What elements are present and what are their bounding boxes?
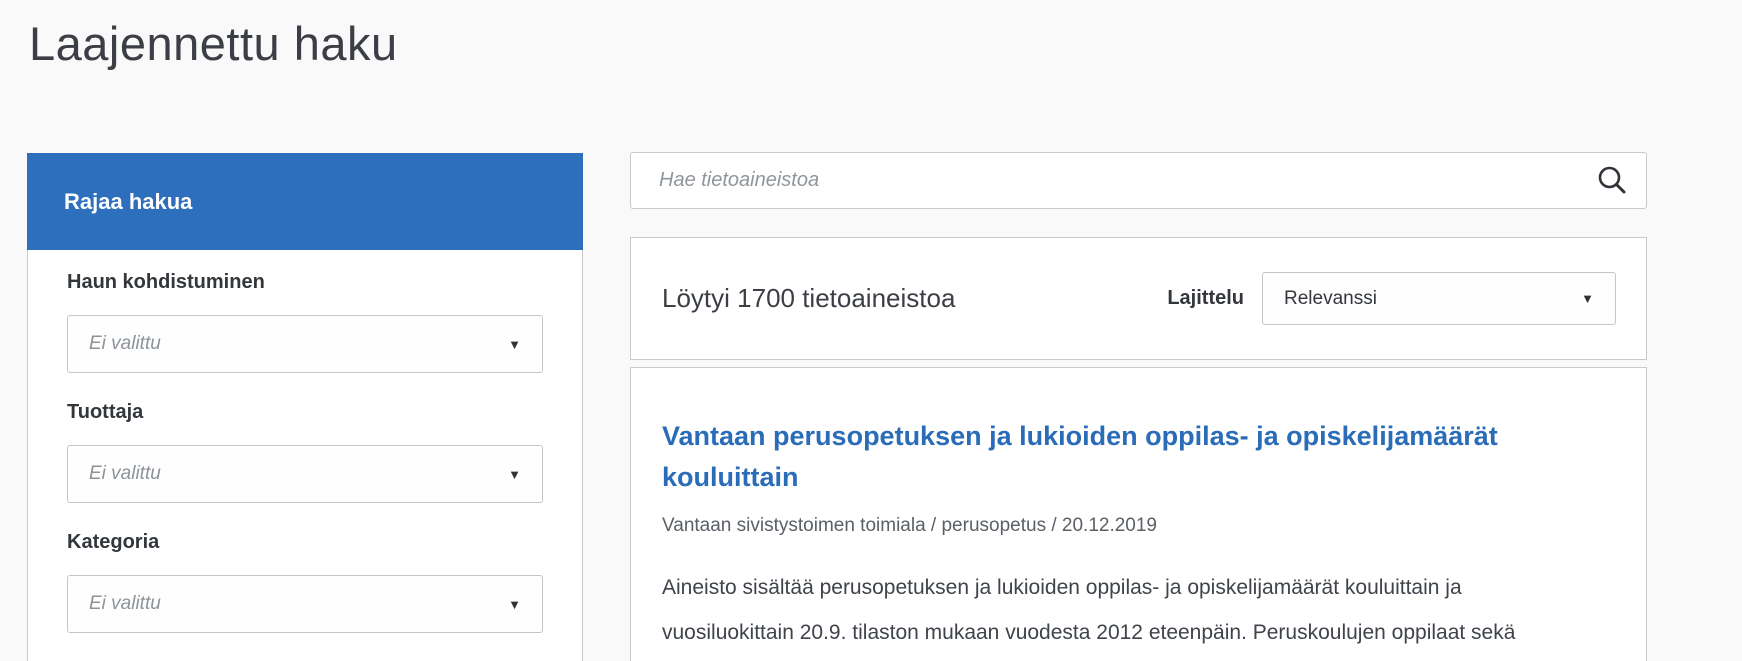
filter-select-producer[interactable]: Ei valittu ▼: [67, 445, 543, 503]
sort-control: Lajittelu Relevanssi ▼: [1167, 272, 1616, 325]
filter-select-value: Ei valittu: [89, 333, 161, 354]
results-count: Löytyi 1700 tietoaineistoa: [662, 283, 956, 313]
result-title-link[interactable]: Vantaan perusopetuksen ja lukioiden oppi…: [662, 416, 1582, 498]
filter-select-value: Ei valittu: [89, 593, 161, 614]
page-title: Laajennettu haku: [29, 17, 398, 70]
sidebar-header-label: Rajaa hakua: [64, 188, 193, 214]
chevron-down-icon: ▼: [1581, 291, 1594, 306]
search-button[interactable]: [1592, 161, 1632, 201]
search-input[interactable]: [659, 153, 1592, 208]
filter-label-category: Kategoria: [67, 531, 160, 553]
chevron-down-icon: ▼: [508, 466, 521, 482]
sidebar-header: Rajaa hakua: [27, 153, 583, 250]
result-meta: Vantaan sivistystoimen toimiala / peruso…: [662, 515, 1157, 536]
results-list: Vantaan perusopetuksen ja lukioiden oppi…: [630, 367, 1647, 661]
sidebar-body: Haun kohdistuminen Ei valittu ▼ Tuottaja…: [27, 250, 583, 661]
filter-group-category: Kategoria Ei valittu ▼: [67, 531, 543, 633]
filter-group-search-target: Haun kohdistuminen Ei valittu ▼: [67, 271, 543, 373]
results-header: Löytyi 1700 tietoaineistoa Lajittelu Rel…: [630, 237, 1647, 360]
chevron-down-icon: ▼: [508, 596, 521, 612]
result-item: Vantaan perusopetuksen ja lukioiden oppi…: [662, 416, 1615, 661]
result-description: Aineisto sisältää perusopetuksen ja luki…: [662, 576, 1516, 644]
chevron-down-icon: ▼: [508, 336, 521, 352]
filter-select-category[interactable]: Ei valittu ▼: [67, 575, 543, 633]
filter-select-value: Ei valittu: [89, 463, 161, 484]
search-bar: [630, 152, 1647, 209]
search-icon: [1598, 166, 1626, 193]
sort-select-value: Relevanssi: [1284, 287, 1377, 309]
sort-label: Lajittelu: [1167, 287, 1244, 309]
filter-label-search-target: Haun kohdistuminen: [67, 271, 265, 293]
sort-select[interactable]: Relevanssi ▼: [1262, 272, 1616, 325]
filter-group-producer: Tuottaja Ei valittu ▼: [67, 401, 543, 503]
filter-select-search-target[interactable]: Ei valittu ▼: [67, 315, 543, 373]
filter-label-producer: Tuottaja: [67, 401, 144, 423]
filter-sidebar: Rajaa hakua Haun kohdistuminen Ei valitt…: [27, 153, 583, 661]
